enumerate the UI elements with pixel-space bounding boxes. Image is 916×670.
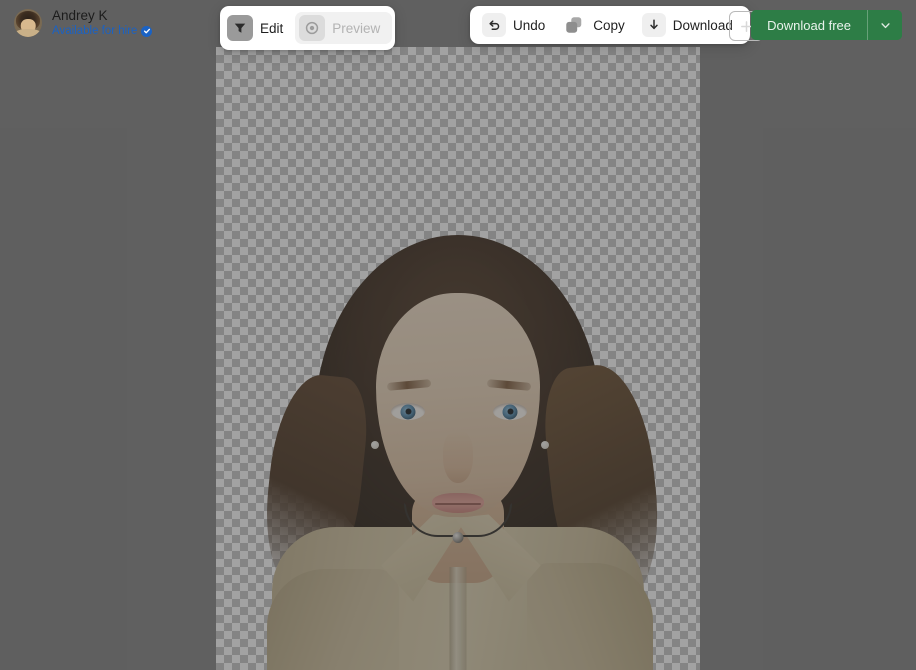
page-root: Andrey K Available for hire Edit Preview… (0, 0, 916, 670)
copy-button[interactable]: Copy (558, 10, 634, 40)
eye-icon (299, 15, 326, 41)
subject-nose (443, 431, 473, 483)
copy-squares-icon (562, 13, 586, 37)
undo-label: Undo (513, 17, 546, 33)
download-arrow-icon (641, 13, 666, 37)
subject-shoulder-right (527, 563, 653, 670)
chevron-down-icon (879, 19, 892, 32)
author-avatar[interactable] (14, 8, 42, 37)
subject-earring-left (371, 441, 379, 449)
verified-check-icon (141, 25, 153, 37)
subject-pupil-left (405, 408, 411, 415)
author-strip: Andrey K Available for hire (14, 8, 153, 38)
download-label: Download (672, 17, 733, 33)
download-free-group: Download free (751, 10, 902, 40)
undo-button[interactable]: Undo (478, 10, 554, 40)
subject-shoulder-left (267, 569, 399, 670)
mode-toggle-toolbar: Edit Preview (220, 6, 396, 50)
available-for-hire-label: Available for hire (52, 24, 138, 37)
subject-shirt-placket (449, 567, 467, 670)
actions-toolbar: Undo Copy Download (470, 6, 750, 44)
download-button[interactable]: Download (638, 10, 742, 40)
portrait-subject (257, 235, 668, 670)
download-free-button[interactable]: Download free (751, 10, 867, 40)
author-name: Andrey K (52, 8, 108, 23)
subject-pendant (452, 532, 464, 543)
subject-iris-left (400, 404, 416, 419)
tab-edit[interactable]: Edit (223, 12, 295, 44)
tab-preview-label: Preview (332, 20, 381, 36)
download-free-dropdown-button[interactable] (867, 10, 902, 40)
subject-earring-right (541, 441, 549, 449)
avatar-body (15, 29, 41, 37)
undo-arrow-icon (482, 13, 506, 37)
available-for-hire-link[interactable]: Available for hire (52, 24, 153, 38)
filter-funnel-icon (227, 15, 253, 41)
subject-eye-left (391, 403, 425, 420)
subject-iris-right (502, 404, 518, 419)
transparent-image-canvas[interactable] (216, 47, 700, 670)
copy-label: Copy (593, 17, 625, 33)
tab-edit-label: Edit (260, 20, 284, 36)
subject-eye-right (493, 403, 527, 420)
subject-pupil-right (507, 408, 513, 415)
subject-mouth (432, 493, 484, 513)
author-text: Andrey K Available for hire (52, 8, 153, 38)
tab-preview[interactable]: Preview (295, 12, 393, 44)
